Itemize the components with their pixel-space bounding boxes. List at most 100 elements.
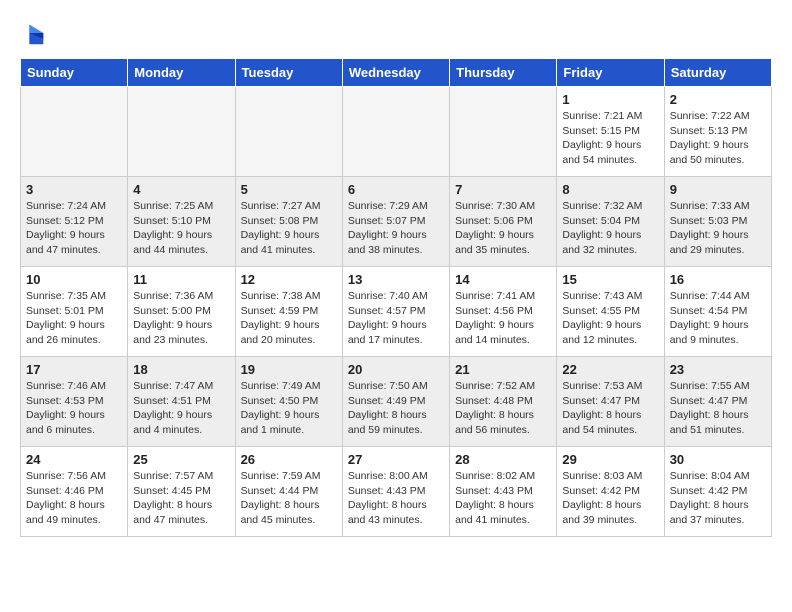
calendar-cell: 22 Sunrise: 7:53 AM Sunset: 4:47 PM Dayli… bbox=[557, 357, 664, 447]
calendar-cell: 17 Sunrise: 7:46 AM Sunset: 4:53 PM Dayli… bbox=[21, 357, 128, 447]
day-info: Sunrise: 7:55 AM Sunset: 4:47 PM Dayligh… bbox=[670, 379, 766, 438]
day-number: 3 bbox=[26, 182, 122, 197]
calendar-cell bbox=[21, 87, 128, 177]
day-info: Sunrise: 7:50 AM Sunset: 4:49 PM Dayligh… bbox=[348, 379, 444, 438]
column-header-thursday: Thursday bbox=[450, 59, 557, 87]
calendar-cell: 2Sunrise: 7:22 AM Sunset: 5:13 PM Daylig… bbox=[664, 87, 771, 177]
day-number: 6 bbox=[348, 182, 444, 197]
day-info: Sunrise: 7:38 AM Sunset: 4:59 PM Dayligh… bbox=[241, 289, 337, 348]
calendar-cell: 14Sunrise: 7:41 AM Sunset: 4:56 PM Dayli… bbox=[450, 267, 557, 357]
day-info: Sunrise: 7:36 AM Sunset: 5:00 PM Dayligh… bbox=[133, 289, 229, 348]
calendar-cell: 1 Sunrise: 7:21 AM Sunset: 5:15 PM Daylig… bbox=[557, 87, 664, 177]
day-info: Sunrise: 8:02 AM Sunset: 4:43 PM Dayligh… bbox=[455, 469, 551, 528]
day-info: Sunrise: 7:25 AM Sunset: 5:10 PM Dayligh… bbox=[133, 199, 229, 258]
calendar-cell: 13 Sunrise: 7:40 AM Sunset: 4:57 PM Dayli… bbox=[342, 267, 449, 357]
calendar-week-row: 17 Sunrise: 7:46 AM Sunset: 4:53 PM Dayli… bbox=[21, 357, 772, 447]
day-number: 16 bbox=[670, 272, 766, 287]
calendar-cell bbox=[128, 87, 235, 177]
day-number: 1 bbox=[562, 92, 658, 107]
calendar-cell: 27Sunrise: 8:00 AM Sunset: 4:43 PM Dayli… bbox=[342, 447, 449, 537]
day-info: Sunrise: 8:04 AM Sunset: 4:42 PM Dayligh… bbox=[670, 469, 766, 528]
day-number: 9 bbox=[670, 182, 766, 197]
calendar-cell: 18 Sunrise: 7:47 AM Sunset: 4:51 PM Dayli… bbox=[128, 357, 235, 447]
page-header bbox=[20, 20, 772, 48]
day-info: Sunrise: 7:22 AM Sunset: 5:13 PM Dayligh… bbox=[670, 109, 766, 168]
calendar-week-row: 1 Sunrise: 7:21 AM Sunset: 5:15 PM Daylig… bbox=[21, 87, 772, 177]
day-number: 13 bbox=[348, 272, 444, 287]
day-info: Sunrise: 7:47 AM Sunset: 4:51 PM Dayligh… bbox=[133, 379, 229, 438]
day-info: Sunrise: 8:03 AM Sunset: 4:42 PM Dayligh… bbox=[562, 469, 658, 528]
day-info: Sunrise: 7:33 AM Sunset: 5:03 PM Dayligh… bbox=[670, 199, 766, 258]
day-number: 19 bbox=[241, 362, 337, 377]
day-number: 10 bbox=[26, 272, 122, 287]
calendar-cell bbox=[342, 87, 449, 177]
day-info: Sunrise: 7:46 AM Sunset: 4:53 PM Dayligh… bbox=[26, 379, 122, 438]
calendar-cell: 15Sunrise: 7:43 AM Sunset: 4:55 PM Dayli… bbox=[557, 267, 664, 357]
day-number: 18 bbox=[133, 362, 229, 377]
calendar-cell: 8 Sunrise: 7:32 AM Sunset: 5:04 PM Daylig… bbox=[557, 177, 664, 267]
day-info: Sunrise: 7:32 AM Sunset: 5:04 PM Dayligh… bbox=[562, 199, 658, 258]
calendar-cell: 5 Sunrise: 7:27 AM Sunset: 5:08 PM Daylig… bbox=[235, 177, 342, 267]
calendar-cell: 16Sunrise: 7:44 AM Sunset: 4:54 PM Dayli… bbox=[664, 267, 771, 357]
calendar-cell bbox=[450, 87, 557, 177]
day-number: 29 bbox=[562, 452, 658, 467]
day-number: 17 bbox=[26, 362, 122, 377]
day-number: 23 bbox=[670, 362, 766, 377]
calendar-cell: 24 Sunrise: 7:56 AM Sunset: 4:46 PM Dayli… bbox=[21, 447, 128, 537]
day-number: 30 bbox=[670, 452, 766, 467]
day-info: Sunrise: 7:30 AM Sunset: 5:06 PM Dayligh… bbox=[455, 199, 551, 258]
column-header-saturday: Saturday bbox=[664, 59, 771, 87]
day-number: 7 bbox=[455, 182, 551, 197]
day-number: 12 bbox=[241, 272, 337, 287]
day-info: Sunrise: 7:49 AM Sunset: 4:50 PM Dayligh… bbox=[241, 379, 337, 438]
calendar-cell: 20Sunrise: 7:50 AM Sunset: 4:49 PM Dayli… bbox=[342, 357, 449, 447]
calendar-cell: 23 Sunrise: 7:55 AM Sunset: 4:47 PM Dayli… bbox=[664, 357, 771, 447]
day-number: 24 bbox=[26, 452, 122, 467]
day-number: 5 bbox=[241, 182, 337, 197]
calendar-cell: 10 Sunrise: 7:35 AM Sunset: 5:01 PM Dayli… bbox=[21, 267, 128, 357]
calendar-cell: 4 Sunrise: 7:25 AM Sunset: 5:10 PM Daylig… bbox=[128, 177, 235, 267]
day-info: Sunrise: 7:52 AM Sunset: 4:48 PM Dayligh… bbox=[455, 379, 551, 438]
calendar-cell: 28 Sunrise: 8:02 AM Sunset: 4:43 PM Dayli… bbox=[450, 447, 557, 537]
calendar-cell: 12 Sunrise: 7:38 AM Sunset: 4:59 PM Dayli… bbox=[235, 267, 342, 357]
day-info: Sunrise: 7:57 AM Sunset: 4:45 PM Dayligh… bbox=[133, 469, 229, 528]
logo bbox=[20, 20, 52, 48]
day-info: Sunrise: 7:27 AM Sunset: 5:08 PM Dayligh… bbox=[241, 199, 337, 258]
logo-icon bbox=[20, 20, 48, 48]
day-info: Sunrise: 7:53 AM Sunset: 4:47 PM Dayligh… bbox=[562, 379, 658, 438]
calendar-cell: 29 Sunrise: 8:03 AM Sunset: 4:42 PM Dayli… bbox=[557, 447, 664, 537]
calendar-cell bbox=[235, 87, 342, 177]
day-info: Sunrise: 7:56 AM Sunset: 4:46 PM Dayligh… bbox=[26, 469, 122, 528]
calendar-cell: 21 Sunrise: 7:52 AM Sunset: 4:48 PM Dayli… bbox=[450, 357, 557, 447]
day-info: Sunrise: 7:21 AM Sunset: 5:15 PM Dayligh… bbox=[562, 109, 658, 168]
column-header-monday: Monday bbox=[128, 59, 235, 87]
calendar-cell: 26 Sunrise: 7:59 AM Sunset: 4:44 PM Dayli… bbox=[235, 447, 342, 537]
day-number: 8 bbox=[562, 182, 658, 197]
calendar-cell: 3Sunrise: 7:24 AM Sunset: 5:12 PM Daylig… bbox=[21, 177, 128, 267]
day-info: Sunrise: 8:00 AM Sunset: 4:43 PM Dayligh… bbox=[348, 469, 444, 528]
column-header-sunday: Sunday bbox=[21, 59, 128, 87]
calendar-cell: 11 Sunrise: 7:36 AM Sunset: 5:00 PM Dayli… bbox=[128, 267, 235, 357]
day-number: 11 bbox=[133, 272, 229, 287]
day-number: 15 bbox=[562, 272, 658, 287]
day-info: Sunrise: 7:59 AM Sunset: 4:44 PM Dayligh… bbox=[241, 469, 337, 528]
calendar-week-row: 3Sunrise: 7:24 AM Sunset: 5:12 PM Daylig… bbox=[21, 177, 772, 267]
calendar-cell: 7 Sunrise: 7:30 AM Sunset: 5:06 PM Daylig… bbox=[450, 177, 557, 267]
day-info: Sunrise: 7:35 AM Sunset: 5:01 PM Dayligh… bbox=[26, 289, 122, 348]
day-number: 22 bbox=[562, 362, 658, 377]
day-info: Sunrise: 7:29 AM Sunset: 5:07 PM Dayligh… bbox=[348, 199, 444, 258]
calendar-cell: 30 Sunrise: 8:04 AM Sunset: 4:42 PM Dayli… bbox=[664, 447, 771, 537]
day-number: 21 bbox=[455, 362, 551, 377]
calendar-header-row: SundayMondayTuesdayWednesdayThursdayFrid… bbox=[21, 59, 772, 87]
calendar-table: SundayMondayTuesdayWednesdayThursdayFrid… bbox=[20, 58, 772, 537]
calendar-cell: 19 Sunrise: 7:49 AM Sunset: 4:50 PM Dayli… bbox=[235, 357, 342, 447]
column-header-friday: Friday bbox=[557, 59, 664, 87]
calendar-week-row: 10 Sunrise: 7:35 AM Sunset: 5:01 PM Dayli… bbox=[21, 267, 772, 357]
column-header-wednesday: Wednesday bbox=[342, 59, 449, 87]
day-number: 14 bbox=[455, 272, 551, 287]
day-info: Sunrise: 7:40 AM Sunset: 4:57 PM Dayligh… bbox=[348, 289, 444, 348]
day-number: 26 bbox=[241, 452, 337, 467]
day-number: 28 bbox=[455, 452, 551, 467]
day-number: 4 bbox=[133, 182, 229, 197]
column-header-tuesday: Tuesday bbox=[235, 59, 342, 87]
